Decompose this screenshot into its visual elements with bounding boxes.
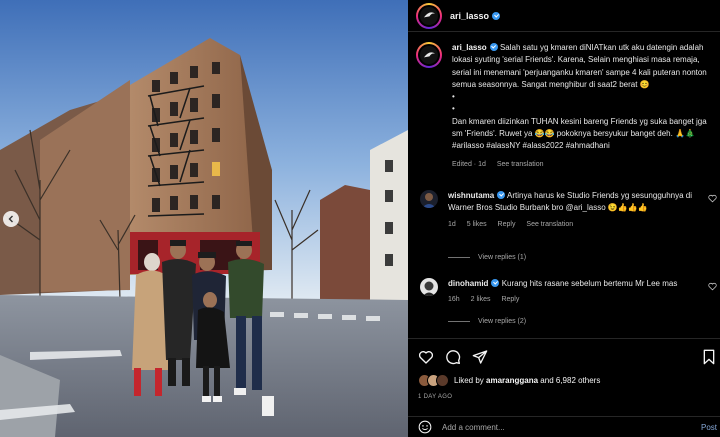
comment-meta: 1d 5 likes Reply See translation (448, 219, 700, 231)
liker-avatar (436, 374, 449, 387)
replies-divider (448, 257, 470, 258)
view-replies-button[interactable]: View replies (1) (448, 254, 526, 261)
caption-meta: Edited · 1d See translation (452, 159, 714, 171)
likes-suffix[interactable]: and 6,982 others (540, 376, 600, 385)
comment-item: wishnutama Artinya harus ke Studio Frien… (420, 190, 720, 231)
like-heart-icon[interactable] (418, 349, 434, 365)
caption-username[interactable]: ari_lasso (452, 43, 487, 52)
caption-text-2: Dan kmaren diizinkan TUHAN kesini bareng… (452, 116, 707, 151)
comment-reply-button[interactable]: Reply (501, 296, 519, 303)
post-caption: ari_lasso Salah satu yg kmaren diNIATkan… (416, 42, 716, 171)
post-photo[interactable] (0, 0, 408, 437)
caption-bullet-1: • (452, 92, 455, 102)
comment-input[interactable] (442, 422, 672, 432)
comment-likes[interactable]: 2 likes (471, 296, 491, 303)
commenter-avatar[interactable] (420, 278, 438, 296)
commenter-avatar-image (420, 278, 438, 296)
verified-badge-icon (492, 11, 501, 20)
comment-like-heart-icon[interactable] (708, 282, 717, 291)
likes-summary[interactable]: Liked by amaranggana and 6,982 others (408, 374, 720, 387)
commenter-verified-icon (491, 279, 500, 287)
comment-username[interactable]: wishnutama (448, 191, 494, 200)
commenter-avatar-image (420, 190, 438, 208)
commenter-verified-icon (497, 191, 506, 199)
liker-avatars (418, 374, 449, 387)
post-side-panel: ari_lasso ari_lasso Salah satu yg kmaren… (408, 0, 720, 437)
caption-author-avatar[interactable] (416, 42, 442, 68)
caption-text-1: Salah satu yg kmaren diNIATkan utk aku d… (452, 43, 707, 89)
comment-item: dinohamid Kurang hits rasane sebelum ber… (420, 278, 720, 307)
share-paper-plane-icon[interactable] (472, 349, 488, 365)
comment-like-heart-icon[interactable] (708, 194, 717, 203)
view-replies-button[interactable]: View replies (2) (448, 318, 526, 325)
author-avatar[interactable] (416, 2, 442, 29)
comment-age: 16h (448, 296, 460, 304)
caption-verified-icon (489, 43, 498, 51)
post-header: ari_lasso (408, 0, 720, 32)
caption-bullet-2: • (452, 104, 455, 114)
chevron-left-icon (8, 215, 13, 223)
post-time-ago: 1 DAY AGO (418, 394, 453, 400)
previous-photo-button[interactable] (3, 211, 19, 227)
save-bookmark-icon[interactable] (701, 349, 717, 365)
comment-meta: 16h 2 likes Reply (448, 294, 700, 306)
view-replies-label: View replies (2) (478, 318, 527, 325)
comment-username[interactable]: dinohamid (448, 279, 488, 288)
caption-avatar-image (423, 51, 435, 57)
emoji-picker-icon[interactable] (418, 420, 432, 434)
comment-likes[interactable]: 5 likes (467, 221, 487, 228)
comment-reply-button[interactable]: Reply (498, 221, 516, 228)
comment-age: 1d (448, 220, 456, 228)
replies-divider (448, 321, 470, 322)
comment-bubble-icon[interactable] (445, 349, 461, 365)
author-avatar-image (423, 12, 435, 18)
comment-see-translation[interactable]: See translation (526, 221, 573, 228)
commenter-avatar[interactable] (420, 190, 438, 208)
caption-see-translation[interactable]: See translation (497, 161, 544, 168)
likes-user[interactable]: amaranggana (486, 376, 538, 385)
likes-prefix: Liked by (454, 376, 484, 385)
caption-edited-age: Edited · 1d (452, 160, 486, 168)
post-image (0, 0, 408, 437)
comment-text: Kurang hits rasane sebelum bertemu Mr Le… (501, 279, 678, 288)
post-actions: Liked by amaranggana and 6,982 others 1 … (408, 338, 720, 400)
author-username[interactable]: ari_lasso (450, 11, 501, 21)
post-comment-button[interactable]: Post (701, 423, 717, 432)
add-comment-bar: Post (408, 416, 720, 437)
view-replies-label: View replies (1) (478, 254, 527, 261)
